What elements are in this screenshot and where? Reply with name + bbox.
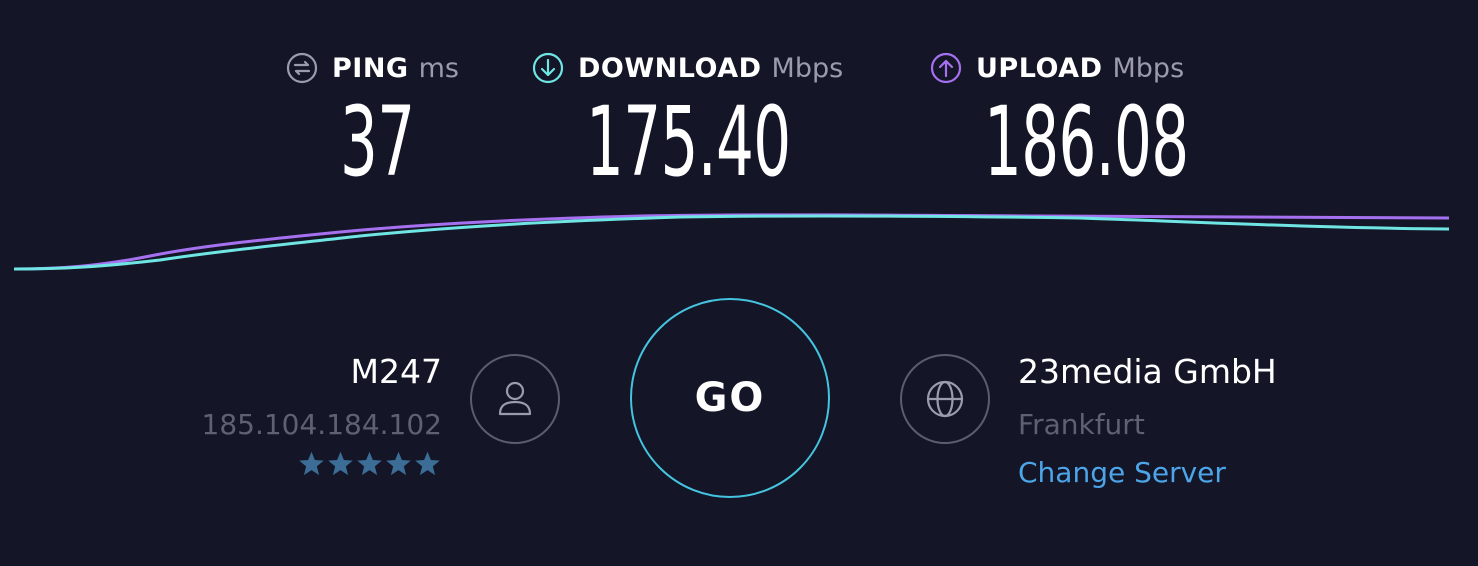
download-arrow-icon xyxy=(532,52,564,84)
user-icon xyxy=(470,354,560,444)
star-icon[interactable] xyxy=(326,450,355,478)
ping-metric: PING ms 37 xyxy=(286,50,459,190)
ping-unit: ms xyxy=(418,52,459,84)
ping-icon xyxy=(286,52,318,84)
download-header: DOWNLOAD Mbps xyxy=(532,50,843,86)
upload-arrow-icon xyxy=(930,52,962,84)
upload-value: 186.08 xyxy=(984,86,1189,198)
star-icon[interactable] xyxy=(384,450,413,478)
ping-header: PING ms xyxy=(286,50,459,86)
download-value: 175.40 xyxy=(586,86,791,198)
client-info: M247 185.104.184.102 xyxy=(202,350,442,478)
download-unit: Mbps xyxy=(771,52,844,84)
speedtest-result-screen: PING ms 37 DOWNLOAD Mbps 175.40 UPLOAD M… xyxy=(0,0,1478,566)
download-metric: DOWNLOAD Mbps 175.40 xyxy=(532,50,843,190)
download-label: DOWNLOAD xyxy=(578,52,762,84)
speed-graph xyxy=(13,213,1450,271)
globe-icon xyxy=(900,354,990,444)
go-button[interactable]: GO xyxy=(630,298,830,498)
upload-metric: UPLOAD Mbps 186.08 xyxy=(930,50,1189,190)
client-isp: M247 xyxy=(350,352,442,391)
server-name: 23media GmbH xyxy=(1018,352,1277,391)
star-icon[interactable] xyxy=(297,450,326,478)
upload-unit: Mbps xyxy=(1112,52,1185,84)
star-icon[interactable] xyxy=(355,450,384,478)
upload-label: UPLOAD xyxy=(976,52,1103,84)
ping-label: PING xyxy=(332,52,409,84)
ping-value: 37 xyxy=(340,86,415,198)
go-label: GO xyxy=(694,375,766,421)
server-info: 23media GmbH Frankfurt Change Server xyxy=(1018,350,1277,494)
star-icon[interactable] xyxy=(413,450,442,478)
change-server-link[interactable]: Change Server xyxy=(1018,452,1226,494)
server-location: Frankfurt xyxy=(1018,408,1145,441)
isp-rating-stars[interactable] xyxy=(202,450,442,478)
upload-header: UPLOAD Mbps xyxy=(930,50,1184,86)
client-ip-address: 185.104.184.102 xyxy=(201,408,442,441)
